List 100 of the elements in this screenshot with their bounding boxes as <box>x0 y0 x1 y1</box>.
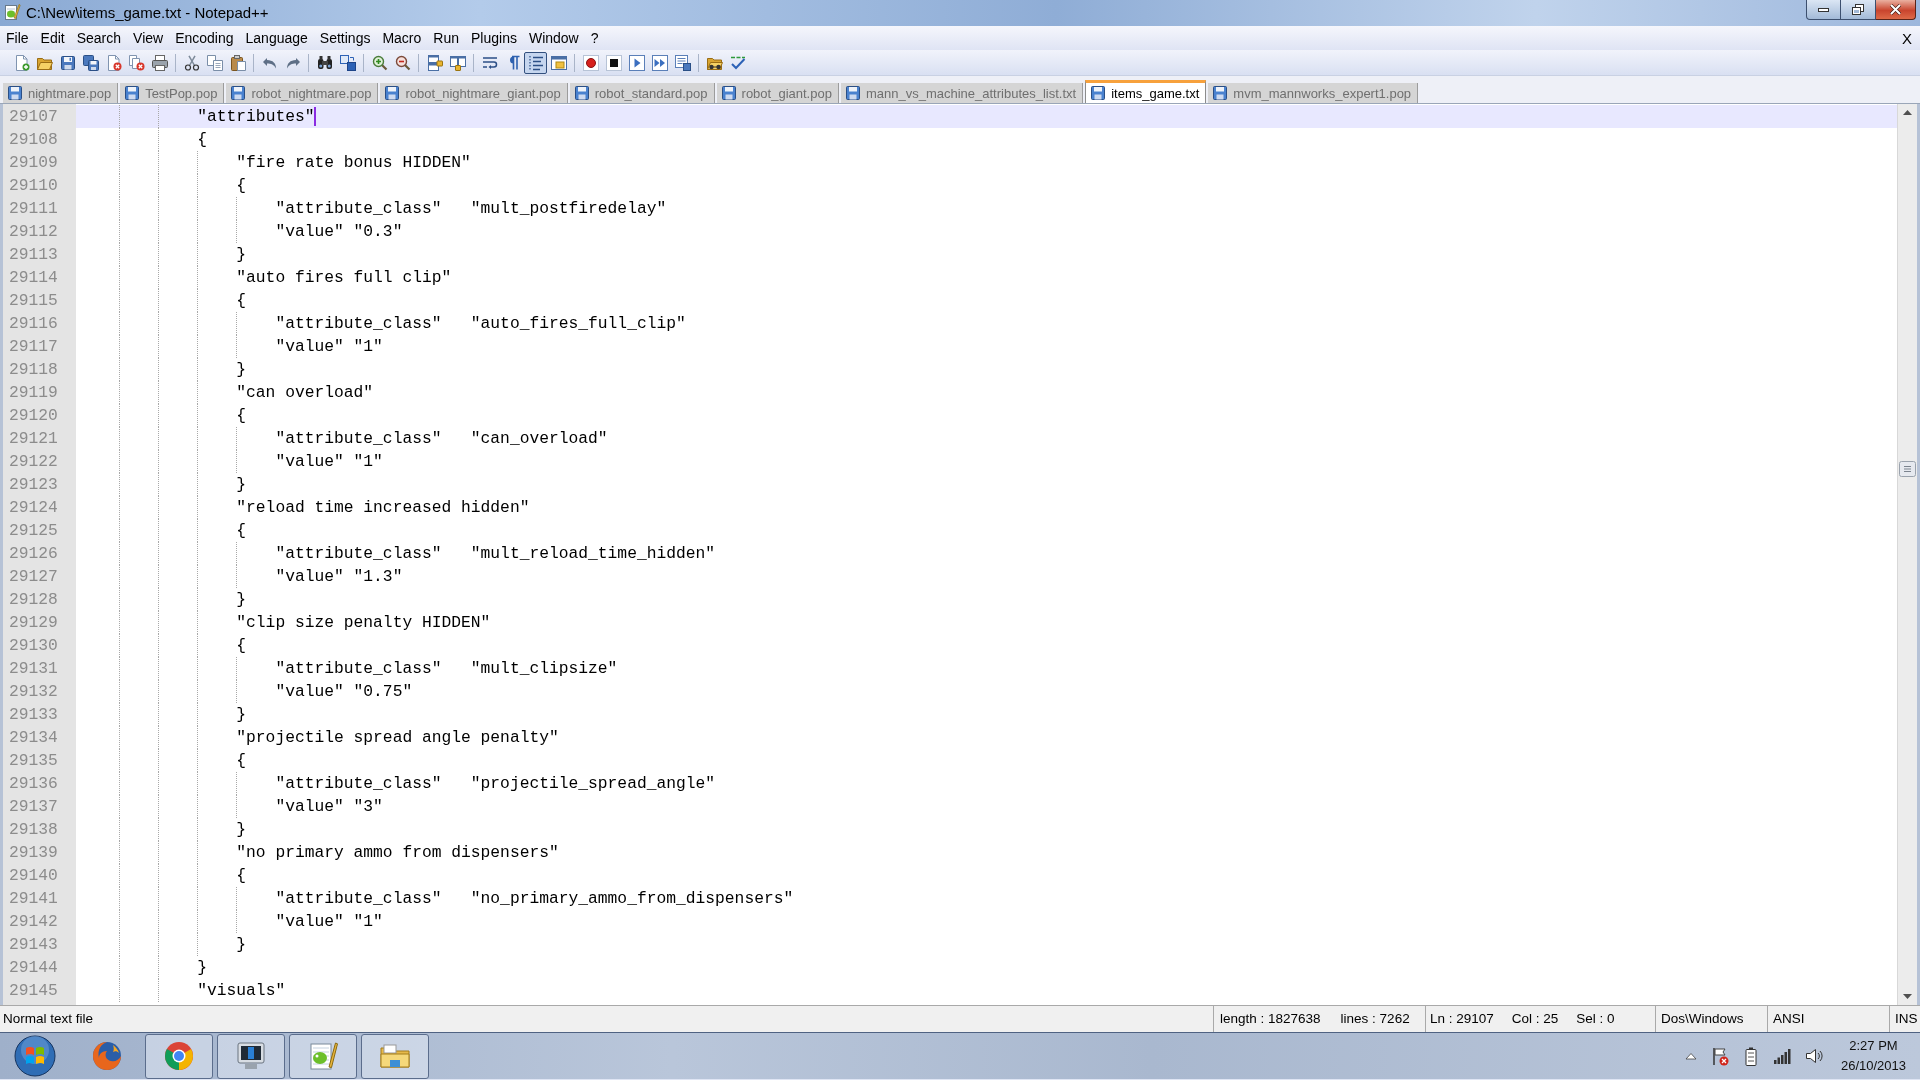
line-number: 29120 <box>9 405 58 427</box>
line-number: 29130 <box>9 635 58 657</box>
tab[interactable]: robot_nightmare.pop <box>226 83 379 103</box>
clock[interactable]: 2:27 PM 26/10/2013 <box>1836 1036 1910 1076</box>
code-line: } <box>236 359 247 381</box>
code-line: "value" "0.75" <box>275 681 413 703</box>
menu-item[interactable]: View <box>127 27 170 49</box>
minimize-button[interactable] <box>1806 0 1841 20</box>
battery-icon[interactable] <box>1742 1046 1759 1066</box>
code-line: { <box>236 520 247 542</box>
code-line: { <box>236 750 247 772</box>
globe-icon[interactable] <box>91 1040 123 1072</box>
tab[interactable]: robot_standard.pop <box>569 83 715 103</box>
line-number: 29140 <box>9 865 58 887</box>
menu-item[interactable]: Language <box>239 27 314 49</box>
line-number: 29110 <box>9 175 58 197</box>
tab[interactable]: mvm_mannworks_expert1.pop <box>1208 83 1419 103</box>
menu-item[interactable]: Search <box>70 27 128 49</box>
line-number: 29108 <box>9 129 58 151</box>
code-line: "attribute_class" "mult_clipsize" <box>275 658 618 680</box>
vertical-scrollbar[interactable] <box>1897 104 1917 1005</box>
encoding-label: ANSI <box>1773 1012 1805 1026</box>
menu-item[interactable]: File <box>0 27 35 49</box>
menu-item[interactable]: ? <box>584 27 605 49</box>
code-line: "auto fires full clip" <box>236 267 452 289</box>
tab[interactable]: mann_vs_machine_attributes_list.txt <box>840 83 1084 103</box>
restore-icon[interactable] <box>1852 4 1864 15</box>
close-document-button[interactable]: X <box>1898 28 1916 48</box>
code-line: { <box>236 635 247 657</box>
line-number: 29124 <box>9 497 58 519</box>
line-number: 29136 <box>9 773 58 795</box>
restore-button[interactable] <box>1841 0 1876 20</box>
code-line: "attribute_class" "auto_fires_full_clip" <box>275 313 686 335</box>
line-number: 29117 <box>9 336 58 358</box>
line-number: 29139 <box>9 842 58 864</box>
code-line: "clip size penalty HIDDEN" <box>236 612 491 634</box>
code-line: } <box>236 704 247 726</box>
tab[interactable]: robot_nightmare_giant.pop <box>380 83 568 103</box>
code-line: { <box>236 175 247 197</box>
line-number: 29113 <box>9 244 58 266</box>
taskbar-button[interactable] <box>289 1033 357 1079</box>
signal-bars-icon[interactable] <box>1772 1048 1791 1064</box>
cursor-column-label: Col : 25 <box>1511 1012 1559 1026</box>
code-line: "value" "1" <box>275 336 383 358</box>
line-number: 29123 <box>9 474 58 496</box>
menu-item[interactable]: Run <box>427 27 465 49</box>
line-number: 29111 <box>9 198 58 220</box>
line-number: 29138 <box>9 819 58 841</box>
menu-item[interactable]: Edit <box>34 27 71 49</box>
triangle-up-icon[interactable] <box>1684 1052 1697 1060</box>
monitor-icon[interactable] <box>235 1040 267 1072</box>
tab[interactable]: TestPop.pop <box>120 83 225 103</box>
segmented-circle-icon[interactable] <box>163 1040 195 1072</box>
line-number: 29127 <box>9 566 58 588</box>
speaker-icon[interactable] <box>1804 1047 1823 1065</box>
minimize-icon[interactable] <box>1818 7 1829 12</box>
line-number: 29129 <box>9 612 58 634</box>
orb-icon[interactable] <box>13 1035 56 1077</box>
menu-item[interactable]: Encoding <box>169 27 240 49</box>
line-number: 29135 <box>9 750 58 772</box>
menu-item[interactable]: Settings <box>313 27 377 49</box>
line-number: 29128 <box>9 589 58 611</box>
code-line: } <box>236 934 247 956</box>
code-line: "no primary ammo from dispensers" <box>236 842 559 864</box>
code-line: { <box>197 129 207 151</box>
tab[interactable]: nightmare.pop <box>3 83 119 103</box>
line-number: 29115 <box>9 290 58 312</box>
menu-item[interactable]: Macro <box>376 27 428 49</box>
menu-item[interactable]: Window <box>522 27 585 49</box>
scroll-thumb[interactable] <box>1899 461 1916 477</box>
line-number: 29137 <box>9 796 58 818</box>
menu-item[interactable]: Plugins <box>465 27 523 49</box>
flag-icon[interactable] <box>1710 1046 1729 1066</box>
code-line: "projectile spread angle penalty" <box>236 727 559 749</box>
code-line: "value" "0.3" <box>275 221 403 243</box>
up-arrow-icon[interactable] <box>1903 110 1912 115</box>
line-number: 29121 <box>9 428 58 450</box>
line-number: 29143 <box>9 934 58 956</box>
close-icon[interactable] <box>1889 4 1902 15</box>
code-line: "value" "1" <box>275 911 383 933</box>
code-line: "can overload" <box>236 382 374 404</box>
line-ending-label: Dos\Windows <box>1661 1012 1744 1026</box>
code-line: } <box>236 244 247 266</box>
tab[interactable]: robot_giant.pop <box>716 83 839 103</box>
code-line: "attributes" <box>197 106 315 128</box>
length-label: length : 1827638 <box>1220 1012 1321 1026</box>
notepad-pencil-icon[interactable] <box>307 1040 339 1072</box>
notepad-icon <box>3 3 21 21</box>
tab[interactable]: items_game.txt <box>1085 80 1207 103</box>
code-line: "visuals" <box>197 980 286 1002</box>
taskbar-button[interactable] <box>217 1033 285 1079</box>
line-number: 29132 <box>9 681 58 703</box>
code-line: "reload time increased hidden" <box>236 497 530 519</box>
close-button[interactable] <box>1876 0 1916 20</box>
line-number: 29126 <box>9 543 58 565</box>
down-arrow-icon[interactable] <box>1903 994 1912 999</box>
line-number: 29145 <box>9 980 58 1002</box>
line-number: 29112 <box>9 221 58 243</box>
text-cursor <box>314 107 317 126</box>
code-line: "value" "3" <box>275 796 383 818</box>
